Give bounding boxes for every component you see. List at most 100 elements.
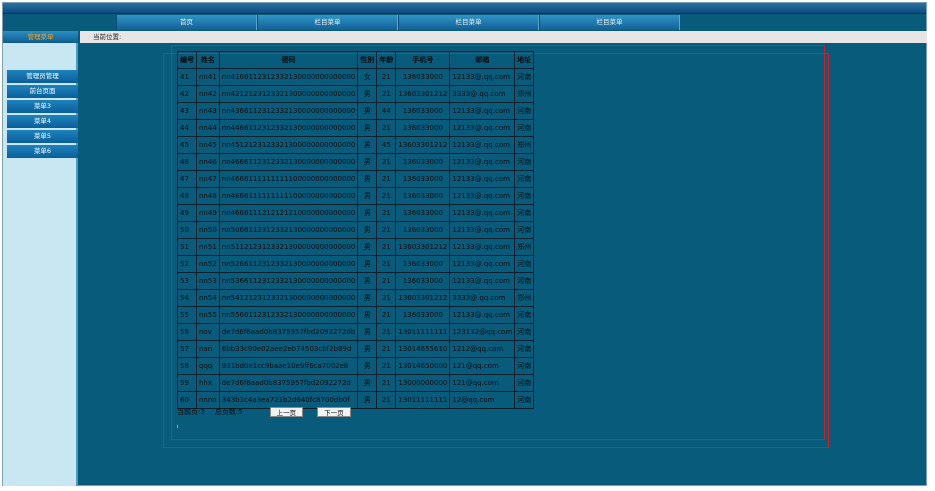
cell-address: 郑州 [514, 238, 535, 256]
table-row: 60 nnnn 343b1c4a3ea721b2d640fc8700db0f 男 21 1… [177, 391, 535, 409]
menu-item-5[interactable]: 菜单5 [7, 130, 78, 143]
cell-name: nn45 [196, 136, 220, 154]
cell-name: nn44 [196, 119, 220, 137]
table-row: 54 nn54 nn5412123123321300000000000000 男 21 1… [177, 289, 535, 307]
cell-address: 河南 [514, 391, 535, 409]
nav-column-1[interactable]: 栏目菜单 [257, 15, 398, 30]
next-page-button[interactable]: 下一页 [317, 407, 351, 417]
cell-address: 河南 [514, 255, 535, 273]
cell-email: 12133@.qq.com [449, 306, 516, 324]
cell-id: 49 [177, 204, 197, 222]
cell-id: 42 [177, 85, 197, 103]
cell-age: 21 [376, 289, 397, 307]
cell-email: 1212@qq.com [449, 340, 516, 358]
cell-email: 12@qq.com [449, 391, 516, 409]
cell-phone: 136033000 [395, 255, 451, 273]
nav-home[interactable]: 首页 [116, 15, 257, 30]
menu-item-4[interactable]: 菜单4 [7, 115, 78, 128]
cell-id: 50 [177, 221, 197, 239]
cell-gender: 男 [357, 221, 378, 239]
table-row: 49 nn49 nn4666111212121210000000000000 男 21 1… [177, 204, 535, 222]
table-row: 50 nn50 nn5066112312332130000000000000 男 21 1… [177, 221, 535, 239]
cell-password: nn4512123123321300000000000000 [218, 136, 359, 154]
table-body: 41 nn41 nn4166112312332130000000000000 女 21 1… [177, 68, 535, 409]
menu-item-admin[interactable]: 管理员管理 [7, 70, 78, 83]
col-email: 邮箱 [449, 51, 516, 69]
cell-email: 12133@.qq.com [449, 204, 516, 222]
cell-email: 12133@.qq.com [449, 238, 516, 256]
cell-age: 21 [376, 357, 397, 375]
cell-age: 21 [376, 306, 397, 324]
cell-password: nn4366112312332130000000000000 [218, 102, 359, 120]
left-menu-title: 管理菜单 [3, 31, 78, 43]
cell-id: 44 [177, 119, 197, 137]
cell-age: 21 [376, 323, 397, 341]
cell-id: 53 [177, 272, 197, 290]
table-row: 56 nov de7d6f6aad0b8375957fbd2092272db 男 21 1… [177, 323, 535, 341]
cell-gender: 女 [357, 68, 378, 86]
table-row: 57 nan 6bb33c90e02aee2eb74503cbf2b89d 男 21 13… [177, 340, 535, 358]
cell-phone: 136033000 [395, 153, 451, 171]
cell-address: 河南 [514, 68, 535, 86]
cell-password: nn5566112312332130000000000000 [218, 306, 359, 324]
cell-gender: 男 [357, 340, 378, 358]
cell-gender: 男 [357, 102, 378, 120]
prev-page-button[interactable]: 上一页 [269, 407, 304, 417]
cell-phone: 136033000 [395, 221, 451, 239]
menu-item-front-page[interactable]: 前台页面 [7, 85, 78, 98]
cell-name: nn43 [196, 102, 220, 120]
cell-email: 121@qq.com [449, 357, 516, 375]
table-row: 53 nn53 nn5366112312332130000000000000 男 21 1… [177, 272, 535, 290]
cell-name: nn52 [196, 255, 220, 273]
cell-email: 12133@.qq.com [449, 272, 516, 290]
nav-column-2[interactable]: 栏目菜单 [398, 15, 539, 30]
cell-phone: 13011111111 [395, 323, 451, 341]
table-row: 52 nn52 nn5266112312332130000000000000 男 21 1… [177, 255, 535, 273]
cell-address: 河南 [514, 340, 535, 358]
cell-age: 21 [376, 119, 397, 137]
left-sidebar: 管理员管理 前台页面 菜单3 菜单4 菜单5 菜单6 [3, 43, 78, 486]
cell-age: 21 [376, 272, 397, 290]
cell-email: 12133@.qq.com [449, 68, 516, 86]
cell-gender: 男 [357, 374, 378, 392]
cell-phone: 13603301212 [395, 238, 451, 256]
cell-email: 12133@.qq.com [449, 255, 516, 273]
cell-address: 郑州 [514, 136, 535, 154]
cell-phone: 13603301212 [395, 85, 451, 103]
cell-age: 21 [376, 68, 397, 86]
col-age: 年龄 [376, 51, 397, 69]
menu-item-3[interactable]: 菜单3 [7, 100, 78, 113]
cell-id: 56 [177, 323, 197, 341]
cell-gender: 男 [357, 306, 378, 324]
cell-gender: 男 [357, 238, 378, 256]
table-row: 46 nn46 nn4666112312332130000000000000 男 21 1… [177, 153, 535, 171]
menu-item-6[interactable]: 菜单6 [7, 145, 78, 158]
cell-name: hhx [196, 374, 220, 392]
cell-phone: 136033000 [395, 170, 451, 188]
cell-gender: 男 [357, 289, 378, 307]
cell-password: 6bb33c90e02aee2eb74503cbf2b89d [218, 340, 359, 358]
cell-name: nn47 [196, 170, 220, 188]
cell-phone: 136033000 [395, 68, 451, 86]
cell-id: 55 [177, 306, 197, 324]
cell-age: 21 [376, 255, 397, 273]
cell-name: nn51 [196, 238, 220, 256]
cell-gender: 男 [357, 357, 378, 375]
cell-id: 45 [177, 136, 197, 154]
col-address: 地址 [514, 51, 535, 69]
cell-id: 41 [177, 68, 197, 86]
cell-password: nn4666111111111100000000000000 [218, 187, 359, 205]
cell-gender: 男 [357, 255, 378, 273]
nav-column-3[interactable]: 栏目菜单 [539, 15, 680, 30]
cell-email: 12133@.qq.com [449, 136, 516, 154]
cell-gender: 男 [357, 85, 378, 103]
cell-age: 21 [376, 340, 397, 358]
cell-phone: 13603301212 [395, 289, 451, 307]
cell-password: nn4212123123321300000000000000 [218, 85, 359, 103]
cell-password: nn4666112312332130000000000000 [218, 153, 359, 171]
cell-name: nan [196, 340, 220, 358]
cell-age: 21 [376, 238, 397, 256]
cell-age: 21 [376, 85, 397, 103]
cell-id: 57 [177, 340, 197, 358]
header-bar [3, 3, 926, 14]
